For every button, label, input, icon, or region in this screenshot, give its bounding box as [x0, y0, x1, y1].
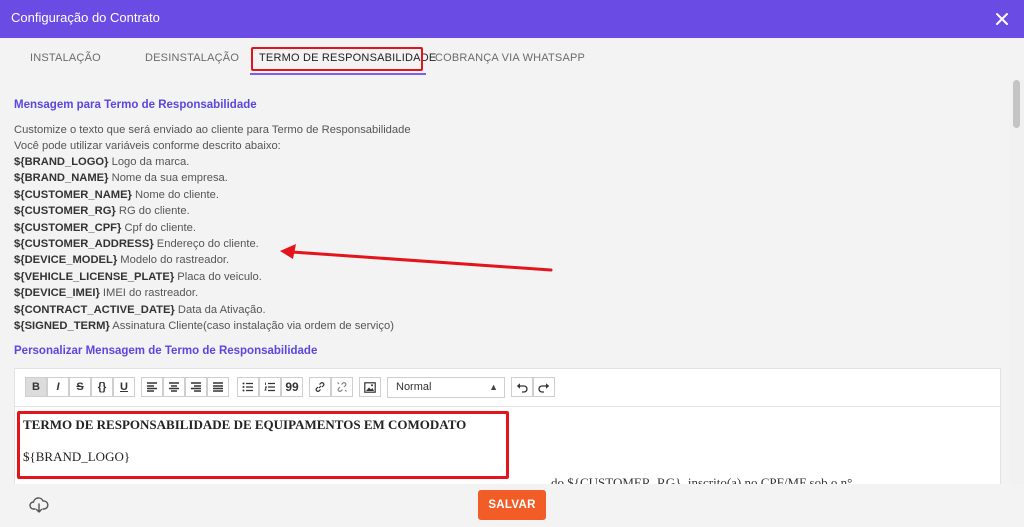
- vertical-scrollbar[interactable]: [1010, 80, 1024, 484]
- variable-item: ${VEHICLE_LICENSE_PLATE} Placa do veicul…: [14, 269, 262, 285]
- align-left-icon: [147, 382, 157, 392]
- updown-arrows-icon: ▲: [489, 382, 498, 392]
- annotation-arrow-icon: [280, 244, 553, 272]
- active-tab-indicator: [250, 73, 426, 75]
- undo-button[interactable]: [511, 377, 533, 397]
- modal-footer: SALVAR: [0, 484, 1024, 527]
- modal-body[interactable]: Mensagem para Termo de Responsabilidade …: [0, 80, 1010, 484]
- variable-desc: Logo da marca.: [108, 156, 190, 168]
- numbered-list-button[interactable]: [259, 377, 281, 397]
- variable-key: ${CUSTOMER_RG}: [14, 205, 116, 218]
- close-button[interactable]: [991, 8, 1013, 30]
- variable-key: ${DEVICE_MODEL}: [14, 254, 118, 267]
- variable-key: ${CUSTOMER_NAME}: [14, 188, 132, 201]
- redo-button[interactable]: [533, 377, 555, 397]
- variable-item: ${SIGNED_TERM} Assinatura Cliente(caso i…: [14, 318, 394, 334]
- align-left-button[interactable]: [141, 377, 163, 397]
- cloud-download-icon: [29, 497, 49, 513]
- variable-item: ${BRAND_NAME} Nome da sua empresa.: [14, 170, 228, 186]
- variable-desc: RG do cliente.: [115, 205, 190, 218]
- download-button[interactable]: [29, 496, 49, 514]
- save-button[interactable]: SALVAR: [478, 490, 546, 520]
- variable-desc: Nome do cliente.: [131, 188, 219, 201]
- tab-highlight-box: [251, 47, 423, 71]
- variable-key: ${CUSTOMER_ADDRESS}: [14, 238, 154, 250]
- variable-desc: Data da Ativação.: [174, 303, 266, 316]
- content-highlight-box: [17, 411, 509, 479]
- italic-button[interactable]: I: [47, 377, 69, 397]
- scrollbar-thumb[interactable]: [1013, 80, 1020, 128]
- align-center-button[interactable]: [163, 377, 185, 397]
- underline-button[interactable]: U: [113, 377, 135, 397]
- variable-key: ${DEVICE_IMEI}: [14, 287, 100, 300]
- variable-desc: Cpf do cliente.: [121, 221, 196, 234]
- variable-desc: Endereço do cliente.: [153, 238, 259, 250]
- modal-title: Configuração do Contrato: [11, 10, 160, 25]
- unlink-button[interactable]: [331, 377, 353, 397]
- tab-instalacao[interactable]: INSTALAÇÃO: [30, 52, 101, 64]
- variable-desc: Placa do veiculo.: [174, 270, 262, 283]
- variable-item: ${DEVICE_MODEL} Modelo do rastreador.: [14, 252, 229, 268]
- blockquote-button[interactable]: 99: [281, 377, 303, 397]
- variable-item: ${DEVICE_IMEI} IMEI do rastreador.: [14, 285, 198, 301]
- strike-button[interactable]: S: [69, 377, 91, 397]
- tab-bar: INSTALAÇÃO DESINSTALAÇÃO TERMO DE RESPON…: [0, 38, 1024, 80]
- variable-key: ${VEHICLE_LICENSE_PLATE}: [14, 270, 175, 283]
- image-icon: [364, 381, 376, 393]
- link-icon: [315, 382, 325, 392]
- close-icon: [996, 13, 1008, 25]
- modal-header: Configuração do Contrato: [0, 0, 1024, 38]
- numbered-list-icon: [264, 382, 275, 392]
- variable-key: ${BRAND_NAME}: [14, 172, 109, 185]
- variable-desc: Nome da sua empresa.: [108, 172, 228, 185]
- unlink-icon: [337, 382, 347, 392]
- link-button[interactable]: [309, 377, 331, 397]
- variable-key: ${CONTRACT_ACTIVE_DATE}: [14, 303, 175, 316]
- variable-item: ${BRAND_LOGO} Logo da marca.: [14, 154, 189, 170]
- align-right-icon: [191, 382, 201, 392]
- align-justify-button[interactable]: [207, 377, 229, 397]
- variable-item: ${CUSTOMER_ADDRESS} Endereço do cliente.: [14, 236, 259, 252]
- variable-item: ${CUSTOMER_CPF} Cpf do cliente.: [14, 220, 196, 236]
- variable-key: ${SIGNED_TERM}: [14, 320, 110, 332]
- variable-desc: Modelo do rastreador.: [117, 254, 230, 267]
- variable-key: ${CUSTOMER_CPF}: [14, 221, 122, 234]
- variable-item: ${CONTRACT_ACTIVE_DATE} Data da Ativação…: [14, 302, 266, 318]
- align-right-button[interactable]: [185, 377, 207, 397]
- format-select[interactable]: Normal ▲: [387, 377, 505, 398]
- image-button[interactable]: [359, 377, 381, 397]
- section-title-mensagem: Mensagem para Termo de Responsabilidade: [14, 99, 257, 111]
- document-partial-text: ... do ${CUSTOMER_RG}, inscrito(a) no CP…: [538, 475, 853, 484]
- section-title-personalizar: Personalizar Mensagem de Termo de Respon…: [14, 345, 318, 357]
- variable-desc: IMEI do rastreador.: [99, 287, 199, 300]
- undo-icon: [516, 382, 528, 393]
- align-justify-icon: [213, 382, 223, 392]
- align-center-icon: [169, 382, 179, 392]
- redo-icon: [538, 382, 550, 393]
- variable-desc: Assinatura Cliente(caso instalação via o…: [109, 320, 394, 332]
- tab-desinstalacao[interactable]: DESINSTALAÇÃO: [145, 52, 239, 64]
- bullet-list-icon: [242, 382, 253, 392]
- bold-button[interactable]: B: [25, 377, 47, 397]
- variable-item: ${CUSTOMER_RG} RG do cliente.: [14, 203, 190, 219]
- format-select-value: Normal: [396, 381, 432, 393]
- variable-key: ${BRAND_LOGO}: [14, 156, 109, 168]
- bullet-list-button[interactable]: [237, 377, 259, 397]
- variable-item: ${CUSTOMER_NAME} Nome do cliente.: [14, 187, 219, 203]
- intro-text: Customize o texto que será enviado ao cl…: [14, 124, 411, 136]
- code-button[interactable]: {}: [91, 377, 113, 397]
- tab-cobranca-whatsapp[interactable]: COBRANÇA VIA WHATSAPP: [435, 52, 585, 64]
- intro-text-variables: Você pode utilizar variáveis conforme de…: [14, 140, 281, 152]
- editor-toolbar: B I S {} U 99 Normal ▲: [15, 369, 1000, 407]
